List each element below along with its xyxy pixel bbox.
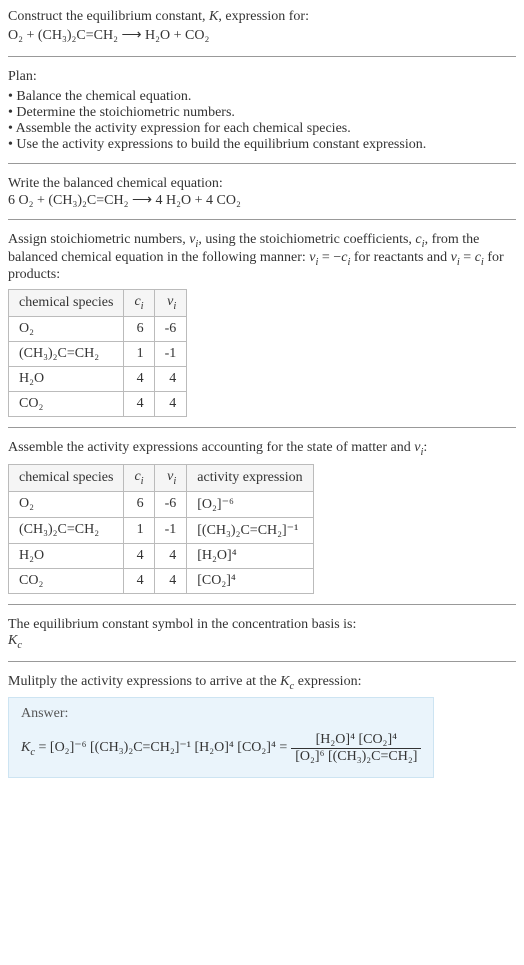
cell-ci: 1	[124, 342, 154, 367]
activity-table: chemical species ci νi activity expressi…	[8, 464, 314, 594]
col-ci: ci	[124, 290, 154, 317]
cell-species: (CH₃)₂C=CH₂	[9, 342, 124, 367]
cell-ci: 6	[124, 491, 154, 517]
answer-label: Answer:	[21, 706, 421, 722]
cell-nui: -6	[154, 491, 187, 517]
table-row: O₂ 6 -6	[9, 317, 187, 342]
intro-section: Construct the equilibrium constant, K, e…	[8, 8, 516, 57]
cell-ci: 4	[124, 392, 154, 417]
symbol-value: Kc	[8, 633, 516, 651]
multiply-section: Mulitply the activity expressions to arr…	[8, 674, 516, 789]
table-header-row: chemical species ci νi	[9, 290, 187, 317]
col-species: chemical species	[9, 464, 124, 491]
fraction-numerator: [H₂O]⁴ [CO₂]⁴	[291, 732, 421, 749]
plan-item: Use the activity expressions to build th…	[8, 137, 516, 153]
intro-equation: O₂ + (CH₃)₂C=CH₂ ⟶ H₂O + CO₂	[8, 28, 209, 43]
balanced-section: Write the balanced chemical equation: 6 …	[8, 176, 516, 220]
cell-activity: [CO₂]⁴	[187, 568, 313, 593]
cell-activity: [O₂]⁻⁶	[187, 491, 313, 517]
answer-box: Answer: Kc = [O₂]⁻⁶ [(CH₃)₂C=CH₂]⁻¹ [H₂O…	[8, 697, 434, 778]
table-row: CO₂ 4 4	[9, 392, 187, 417]
col-activity: activity expression	[187, 464, 313, 491]
col-species: chemical species	[9, 290, 124, 317]
plan-heading: Plan:	[8, 69, 516, 85]
cell-activity: [H₂O]⁴	[187, 543, 313, 568]
cell-ci: 4	[124, 543, 154, 568]
fraction-denominator: [O₂]⁶ [(CH₃)₂C=CH₂]	[291, 749, 421, 765]
cell-species: O₂	[9, 491, 124, 517]
plan-item: Determine the stoichiometric numbers.	[8, 105, 516, 121]
cell-nui: -6	[154, 317, 187, 342]
multiply-heading: Mulitply the activity expressions to arr…	[8, 674, 516, 692]
cell-nui: -1	[154, 517, 187, 543]
balanced-equation: 6 O₂ + (CH₃)₂C=CH₂ ⟶ 4 H₂O + 4 CO₂	[8, 192, 516, 209]
table-row: O₂ 6 -6 [O₂]⁻⁶	[9, 491, 314, 517]
plan-item: Assemble the activity expression for eac…	[8, 121, 516, 137]
cell-nui: -1	[154, 342, 187, 367]
intro-text: Construct the equilibrium constant, K, e…	[8, 8, 516, 46]
cell-nui: 4	[154, 568, 187, 593]
balanced-heading: Write the balanced chemical equation:	[8, 176, 516, 192]
cell-activity: [(CH₃)₂C=CH₂]⁻¹	[187, 517, 313, 543]
cell-species: CO₂	[9, 392, 124, 417]
col-nui: νi	[154, 290, 187, 317]
cell-ci: 6	[124, 317, 154, 342]
cell-nui: 4	[154, 543, 187, 568]
cell-ci: 4	[124, 568, 154, 593]
cell-nui: 4	[154, 367, 187, 392]
cell-species: O₂	[9, 317, 124, 342]
cell-nui: 4	[154, 392, 187, 417]
symbol-heading: The equilibrium constant symbol in the c…	[8, 617, 516, 633]
plan-list: Balance the chemical equation. Determine…	[8, 89, 516, 153]
table-row: H₂O 4 4	[9, 367, 187, 392]
table-row: H₂O 4 4 [H₂O]⁴	[9, 543, 314, 568]
activity-heading: Assemble the activity expressions accoun…	[8, 440, 516, 458]
cell-ci: 1	[124, 517, 154, 543]
intro-line: Construct the equilibrium constant, K, e…	[8, 9, 309, 24]
plan-item: Balance the chemical equation.	[8, 89, 516, 105]
table-row: (CH₃)₂C=CH₂ 1 -1	[9, 342, 187, 367]
answer-fraction: [H₂O]⁴ [CO₂]⁴ [O₂]⁶ [(CH₃)₂C=CH₂]	[291, 732, 421, 765]
activity-section: Assemble the activity expressions accoun…	[8, 440, 516, 605]
table-header-row: chemical species ci νi activity expressi…	[9, 464, 314, 491]
answer-lhs: Kc = [O₂]⁻⁶ [(CH₃)₂C=CH₂]⁻¹ [H₂O]⁴ [CO₂]…	[21, 739, 287, 758]
plan-section: Plan: Balance the chemical equation. Det…	[8, 69, 516, 164]
answer-equation: Kc = [O₂]⁻⁶ [(CH₃)₂C=CH₂]⁻¹ [H₂O]⁴ [CO₂]…	[21, 728, 421, 765]
stoich-heading: Assign stoichiometric numbers, νi, using…	[8, 232, 516, 284]
cell-ci: 4	[124, 367, 154, 392]
table-row: (CH₃)₂C=CH₂ 1 -1 [(CH₃)₂C=CH₂]⁻¹	[9, 517, 314, 543]
stoich-section: Assign stoichiometric numbers, νi, using…	[8, 232, 516, 428]
cell-species: H₂O	[9, 367, 124, 392]
symbol-section: The equilibrium constant symbol in the c…	[8, 617, 516, 662]
table-row: CO₂ 4 4 [CO₂]⁴	[9, 568, 314, 593]
cell-species: (CH₃)₂C=CH₂	[9, 517, 124, 543]
stoich-table: chemical species ci νi O₂ 6 -6 (CH₃)₂C=C…	[8, 289, 187, 417]
cell-species: CO₂	[9, 568, 124, 593]
col-nui: νi	[154, 464, 187, 491]
col-ci: ci	[124, 464, 154, 491]
cell-species: H₂O	[9, 543, 124, 568]
